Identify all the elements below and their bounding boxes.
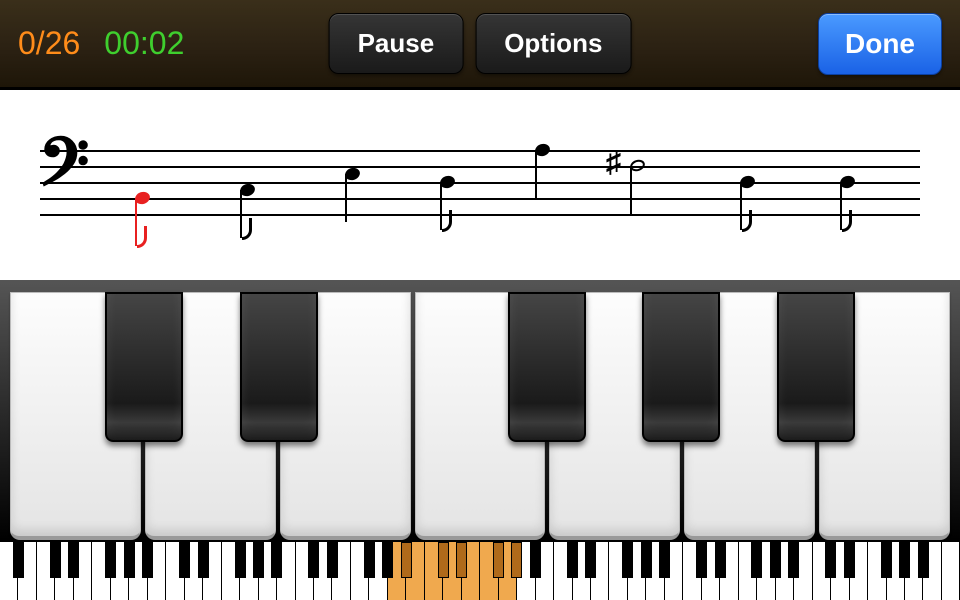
mini-black-key[interactable] [530, 542, 541, 578]
black-key[interactable] [642, 292, 720, 442]
black-key[interactable] [240, 292, 318, 442]
mini-black-key[interactable] [50, 542, 61, 578]
mini-black-key[interactable] [13, 542, 24, 578]
mini-black-key[interactable] [715, 542, 726, 578]
done-button[interactable]: Done [818, 13, 942, 75]
mini-black-key[interactable] [918, 542, 929, 578]
piano-keyboard-mini-map[interactable] [0, 540, 960, 600]
mini-black-key[interactable] [881, 542, 892, 578]
timer: 00:02 [104, 25, 184, 62]
mini-black-key[interactable] [456, 542, 467, 578]
mini-black-key[interactable] [68, 542, 79, 578]
mini-black-key[interactable] [751, 542, 762, 578]
mini-black-key[interactable] [438, 542, 449, 578]
mini-black-key[interactable] [622, 542, 633, 578]
options-button[interactable]: Options [475, 13, 631, 74]
mini-black-key[interactable] [788, 542, 799, 578]
piano-keyboard-main [0, 280, 960, 540]
mini-black-key[interactable] [364, 542, 375, 578]
mini-black-key[interactable] [327, 542, 338, 578]
staff-area: 𝄢 ♯ [0, 90, 960, 280]
mini-black-key[interactable] [253, 542, 264, 578]
black-key[interactable] [508, 292, 586, 442]
mini-black-key[interactable] [825, 542, 836, 578]
mini-black-key[interactable] [511, 542, 522, 578]
mini-black-key[interactable] [899, 542, 910, 578]
mini-black-key[interactable] [382, 542, 393, 578]
center-button-group: Pause Options [329, 13, 632, 74]
mini-black-key[interactable] [124, 542, 135, 578]
mini-black-key[interactable] [105, 542, 116, 578]
mini-black-key[interactable] [567, 542, 578, 578]
top-bar: 0/26 00:02 Pause Options Done [0, 0, 960, 90]
mini-black-key[interactable] [179, 542, 190, 578]
black-key[interactable] [105, 292, 183, 442]
mini-black-key[interactable] [401, 542, 412, 578]
mini-black-key[interactable] [235, 542, 246, 578]
mini-black-key[interactable] [198, 542, 209, 578]
mini-black-key[interactable] [659, 542, 670, 578]
pause-button[interactable]: Pause [329, 13, 464, 74]
music-staff: 𝄢 ♯ [40, 150, 920, 214]
mini-black-key[interactable] [308, 542, 319, 578]
mini-black-key[interactable] [585, 542, 596, 578]
mini-black-key[interactable] [641, 542, 652, 578]
mini-black-key[interactable] [696, 542, 707, 578]
score-counter: 0/26 [18, 25, 80, 62]
bass-clef-icon: 𝄢 [38, 132, 89, 212]
mini-black-key[interactable] [271, 542, 282, 578]
mini-black-key[interactable] [142, 542, 153, 578]
black-key[interactable] [777, 292, 855, 442]
mini-black-key[interactable] [770, 542, 781, 578]
mini-black-key[interactable] [844, 542, 855, 578]
sharp-icon: ♯ [606, 146, 621, 180]
mini-black-key[interactable] [493, 542, 504, 578]
